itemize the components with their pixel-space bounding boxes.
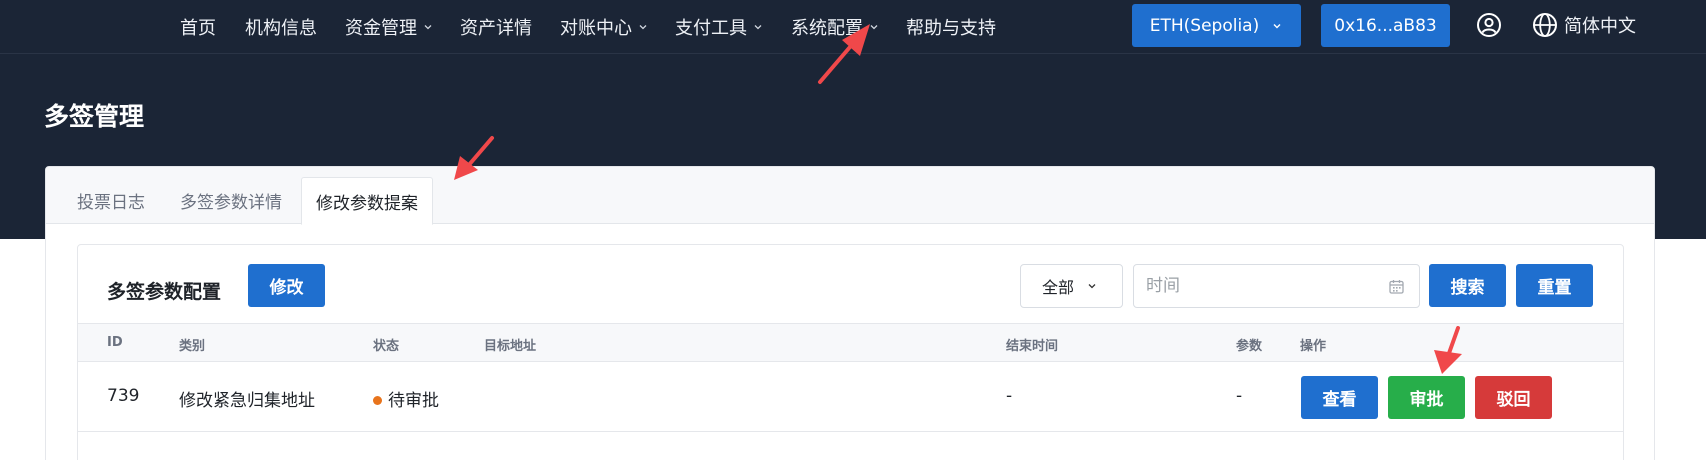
nav-item-label: 资产详情 xyxy=(460,18,532,39)
status-filter-select[interactable]: 全部 xyxy=(1020,264,1123,308)
edit-button-label: 修改 xyxy=(269,278,304,298)
column-header-target-address: 目标地址 xyxy=(484,339,537,354)
status-text: 待审批 xyxy=(388,391,439,411)
column-header-actions: 操作 xyxy=(1300,339,1327,354)
nav-item-reconciliation[interactable]: 对账中心 xyxy=(560,14,649,40)
main-card: 投票日志 多签参数详情 修改参数提案 多签参数配置 修改 全部 时间 搜索 重置… xyxy=(45,166,1655,460)
chevron-down-icon xyxy=(637,21,649,33)
column-header-id: ID xyxy=(107,335,123,350)
status-filter-value: 全部 xyxy=(1042,278,1075,297)
language-selector[interactable]: 简体中文 xyxy=(1532,12,1636,38)
globe-icon xyxy=(1533,13,1557,37)
tab-label: 多签参数详情 xyxy=(180,193,282,213)
annotation-arrow-icon xyxy=(818,24,870,84)
nav-item-label: 机构信息 xyxy=(245,18,317,39)
annotation-arrow-icon xyxy=(1434,326,1462,374)
cell-category: 修改紧急归集地址 xyxy=(179,391,315,411)
wallet-address-button[interactable]: 0x16...aB83 xyxy=(1321,4,1450,47)
language-label: 简体中文 xyxy=(1564,16,1636,37)
nav-item-org-info[interactable]: 机构信息 xyxy=(245,14,317,40)
tab-multisig-param-details[interactable]: 多签参数详情 xyxy=(180,177,282,224)
reset-button[interactable]: 重置 xyxy=(1516,264,1593,307)
column-header-category: 类别 xyxy=(179,339,206,354)
section-title: 多签参数配置 xyxy=(107,281,222,303)
nav-item-label: 对账中心 xyxy=(560,18,632,39)
reject-button-label: 驳回 xyxy=(1496,390,1531,410)
page-title: 多签管理 xyxy=(44,102,145,131)
nav-item-payment-tools[interactable]: 支付工具 xyxy=(675,14,764,40)
chevron-down-icon xyxy=(1271,20,1283,32)
column-header-end-time: 结束时间 xyxy=(1006,339,1059,354)
cell-id: 739 xyxy=(107,386,140,406)
tab-label: 修改参数提案 xyxy=(316,193,418,214)
multisig-config-panel: 多签参数配置 修改 全部 搜索 重置 xyxy=(77,244,1624,460)
reject-button[interactable]: 驳回 xyxy=(1475,376,1552,419)
wallet-address-label: 0x16...aB83 xyxy=(1334,15,1437,36)
table-header: ID 类别 状态 目标地址 结束时间 参数 操作 xyxy=(78,323,1623,362)
tab-modify-param-proposal[interactable]: 修改参数提案 xyxy=(301,177,433,225)
cell-end-time: - xyxy=(1006,386,1013,406)
user-circle-icon[interactable] xyxy=(1476,12,1502,38)
reset-button-label: 重置 xyxy=(1537,278,1572,298)
nav-item-home[interactable]: 首页 xyxy=(180,14,216,40)
nav-item-help-support[interactable]: 帮助与支持 xyxy=(906,14,996,40)
status-dot-icon xyxy=(373,396,382,405)
search-button-label: 搜索 xyxy=(1450,278,1485,298)
network-label: ETH(Sepolia) xyxy=(1149,15,1260,36)
nav-item-asset-details[interactable]: 资产详情 xyxy=(460,14,532,40)
annotation-arrow-icon xyxy=(454,136,494,180)
tab-vote-log[interactable]: 投票日志 xyxy=(77,177,145,224)
edit-button[interactable]: 修改 xyxy=(248,264,325,307)
nav-item-label: 资金管理 xyxy=(345,18,417,39)
approve-button[interactable]: 审批 xyxy=(1388,376,1465,419)
chevron-down-icon xyxy=(1086,280,1098,292)
chevron-down-icon xyxy=(422,21,434,33)
tab-label: 投票日志 xyxy=(77,193,145,213)
column-header-status: 状态 xyxy=(373,339,400,354)
cell-params: - xyxy=(1236,386,1243,406)
search-button[interactable]: 搜索 xyxy=(1429,264,1506,307)
nav-item-label: 帮助与支持 xyxy=(906,18,996,39)
nav-item-label: 支付工具 xyxy=(675,18,747,39)
approve-button-label: 审批 xyxy=(1409,390,1444,410)
view-button-label: 查看 xyxy=(1322,390,1357,410)
time-input[interactable] xyxy=(1133,264,1420,308)
chevron-down-icon xyxy=(752,21,764,33)
nav-item-label: 首页 xyxy=(180,18,216,39)
network-selector-button[interactable]: ETH(Sepolia) xyxy=(1132,4,1301,47)
cell-status: 待审批 xyxy=(373,386,439,411)
nav-item-fund-management[interactable]: 资金管理 xyxy=(345,14,434,40)
view-button[interactable]: 查看 xyxy=(1301,376,1378,419)
calendar-icon xyxy=(1388,278,1405,295)
tab-bar: 投票日志 多签参数详情 修改参数提案 xyxy=(46,167,1654,225)
column-header-params: 参数 xyxy=(1236,339,1263,354)
table-row: 739 修改紧急归集地址 待审批 - - 查看 审批 驳回 xyxy=(78,362,1623,432)
